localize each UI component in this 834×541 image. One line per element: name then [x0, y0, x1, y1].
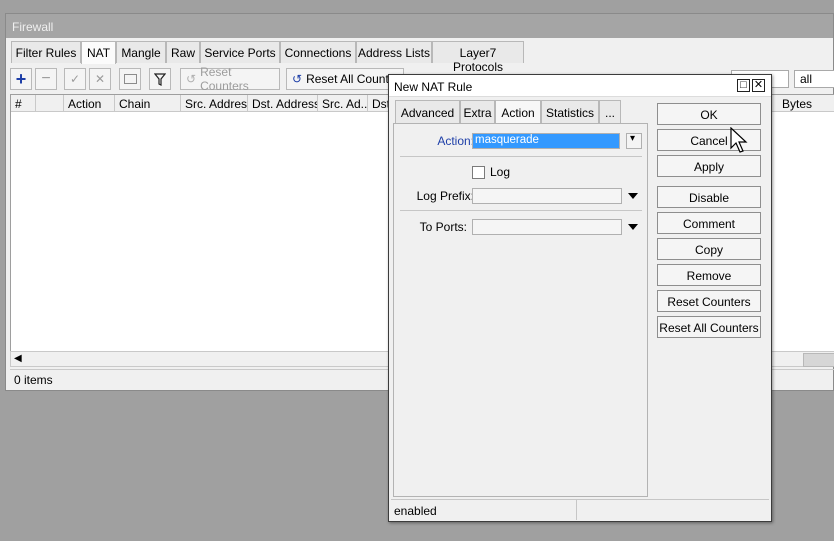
action-tab-panel: Action: masquerade ▾ Log Log Prefix: To … [393, 123, 648, 497]
tab-action[interactable]: Action [495, 100, 541, 124]
to-ports-input[interactable] [472, 219, 622, 235]
action-select[interactable]: masquerade [472, 133, 620, 149]
reset-icon: ↺ [292, 72, 303, 86]
tab-filter-rules[interactable]: Filter Rules [11, 41, 81, 63]
funnel-icon [154, 72, 166, 86]
cursor-icon [730, 127, 748, 153]
tab-statistics[interactable]: Statistics [541, 100, 599, 124]
filter-button[interactable] [149, 68, 171, 90]
copy-button[interactable]: Copy [657, 238, 761, 260]
maximize-icon[interactable]: □ [737, 79, 750, 92]
chevron-down-icon[interactable] [628, 224, 638, 230]
to-ports-label: To Ports: [419, 220, 467, 234]
new-nat-rule-dialog: New NAT Rule □ ✕ Advanced Extra Action S… [388, 74, 772, 522]
divider [400, 156, 642, 157]
remove-button[interactable]: − [35, 68, 57, 90]
action-label: Action: [437, 134, 474, 148]
disable-button[interactable]: ✕ [89, 68, 111, 90]
tab-mangle[interactable]: Mangle [116, 41, 166, 63]
column-header[interactable]: # [11, 95, 36, 112]
tab-address-lists[interactable]: Address Lists [356, 41, 432, 63]
column-header[interactable]: Src. Ad... [318, 95, 368, 112]
reset-all-counters-button[interactable]: Reset All Counters [657, 316, 761, 338]
disable-button[interactable]: Disable [657, 186, 761, 208]
close-icon[interactable]: ✕ [752, 79, 765, 92]
column-header[interactable]: Bytes [778, 95, 834, 112]
tab-more[interactable]: ... [599, 100, 621, 124]
dialog-status-bar: enabled [391, 499, 769, 520]
column-header[interactable]: Chain [115, 95, 181, 112]
ok-button[interactable]: OK [657, 103, 761, 125]
tab-nat[interactable]: NAT [81, 41, 116, 64]
reset-counters-button[interactable]: Reset Counters [657, 290, 761, 312]
note-icon [123, 74, 137, 84]
tab-service-ports[interactable]: Service Ports [200, 41, 280, 63]
column-header[interactable]: Src. Address [181, 95, 248, 112]
tab-advanced[interactable]: Advanced [395, 100, 460, 124]
add-button[interactable]: + [10, 68, 32, 90]
arrow-left-icon[interactable]: ◀ [14, 353, 22, 364]
plus-icon: + [15, 69, 27, 89]
cross-icon: ✕ [94, 72, 106, 86]
dialog-title: New NAT Rule [394, 80, 473, 94]
tab-layer7-protocols[interactable]: Layer7 Protocols [432, 41, 524, 74]
reset-all-counters-button[interactable]: ↺ Reset All Counters [286, 68, 404, 90]
tab-extra[interactable]: Extra [460, 100, 495, 124]
action-dropdown-button[interactable]: ▾ [626, 133, 642, 149]
log-checkbox[interactable] [472, 166, 485, 179]
reset-counters-button[interactable]: ↺ Reset Counters [180, 65, 280, 93]
filter-select[interactable]: all [794, 70, 834, 88]
log-prefix-label: Log Prefix: [416, 189, 474, 203]
dialog-title-bar: New NAT Rule □ ✕ [389, 75, 771, 97]
comment-button[interactable] [119, 68, 141, 90]
apply-button[interactable]: Apply [657, 155, 761, 177]
tab-raw[interactable]: Raw [166, 41, 200, 63]
column-header[interactable]: Dst. Address [248, 95, 318, 112]
comment-button[interactable]: Comment [657, 212, 761, 234]
remove-button[interactable]: Remove [657, 264, 761, 286]
minus-icon: − [41, 70, 51, 87]
window-title: Firewall [6, 14, 833, 38]
reset-icon: ↺ [186, 72, 197, 86]
chevron-down-icon[interactable] [628, 193, 638, 199]
scrollbar-thumb[interactable] [803, 353, 834, 367]
log-prefix-input[interactable] [472, 188, 622, 204]
divider [400, 210, 642, 211]
column-header[interactable]: Action [64, 95, 115, 112]
status-text: enabled [391, 500, 577, 520]
tab-connections[interactable]: Connections [280, 41, 356, 63]
log-label: Log [490, 165, 511, 179]
column-header[interactable] [36, 95, 64, 112]
chevron-down-icon: ▾ [630, 133, 636, 144]
reset-counters-label: Reset Counters [200, 65, 249, 93]
enable-button[interactable]: ✓ [64, 68, 86, 90]
check-icon: ✓ [69, 72, 81, 86]
